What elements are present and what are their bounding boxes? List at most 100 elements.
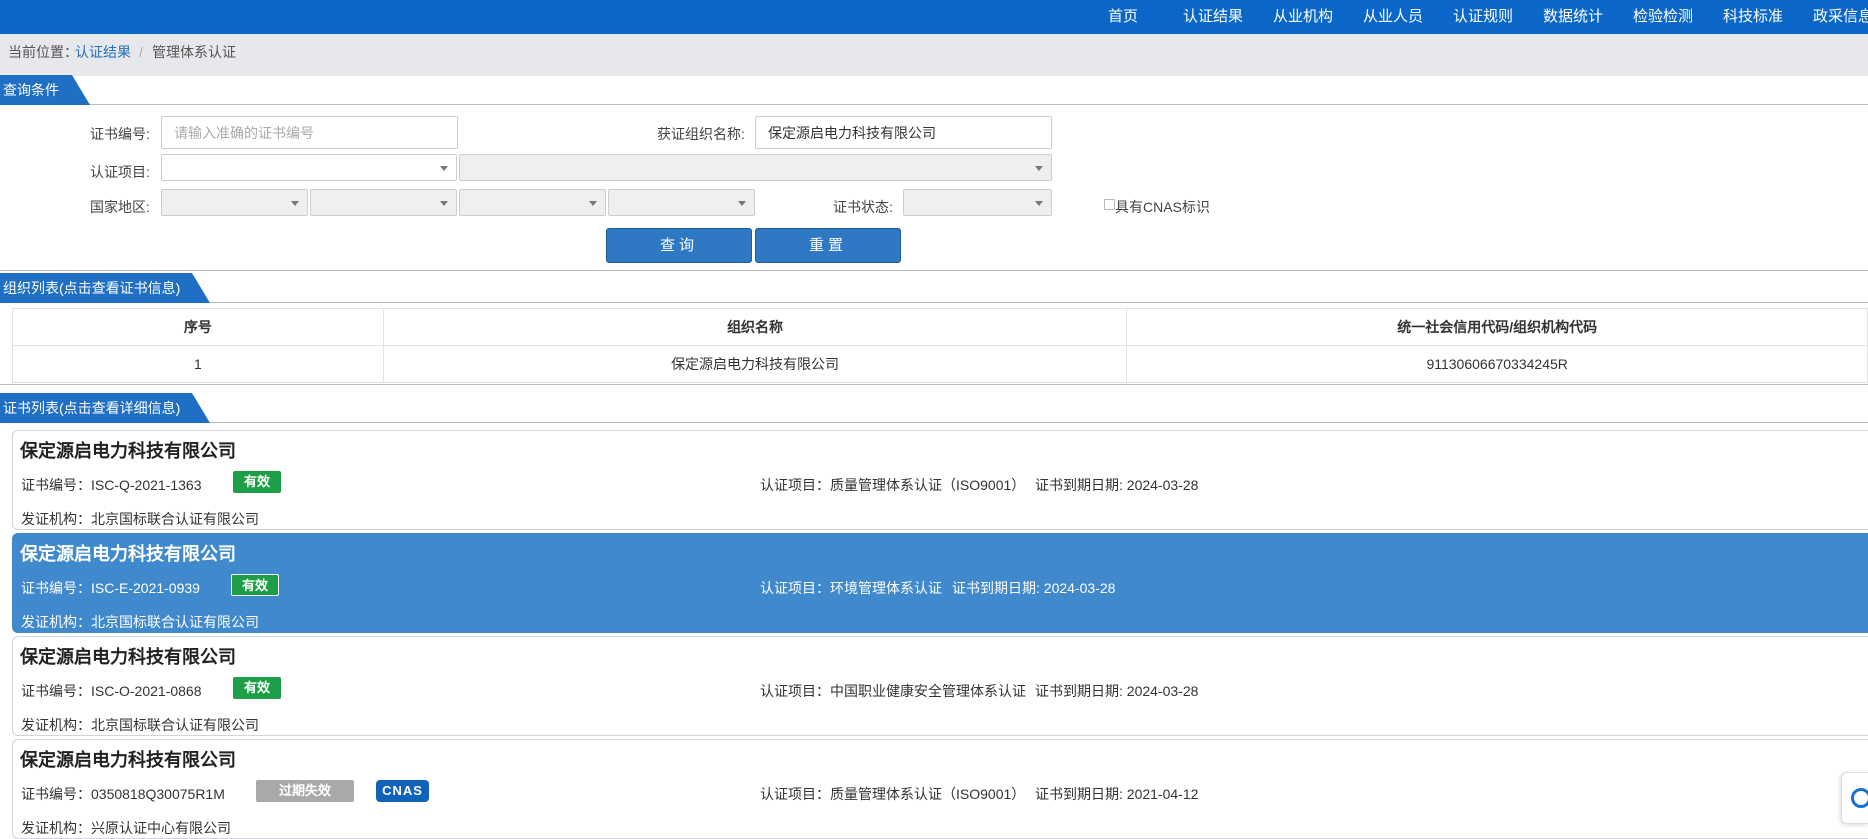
- cert-project: 认证项目：环境管理体系认证: [760, 578, 942, 598]
- cert-issuer: 发证机构：北京国标联合认证有限公司: [21, 715, 259, 735]
- chevron-down-icon: [738, 201, 746, 206]
- status-select[interactable]: [903, 189, 1052, 216]
- cert-no-label: 证书编号：: [21, 683, 91, 699]
- org-table: 序号 组织名称 统一社会信用代码/组织机构代码 1 保定源启电力科技有限公司 9…: [12, 308, 1868, 383]
- status-badge: 有效: [231, 574, 279, 596]
- breadcrumb-separator: /: [139, 44, 143, 60]
- col-header-org-name: 组织名称: [382, 308, 1128, 346]
- reset-button[interactable]: 重置: [755, 228, 901, 263]
- cert-project-label: 认证项目：: [760, 786, 830, 802]
- nav-item-statistics[interactable]: 数据统计: [1543, 0, 1603, 34]
- cert-expiry: 证书到期日期: 2021-04-12: [1035, 784, 1198, 804]
- cert-expiry-label: 证书到期日期:: [1035, 477, 1127, 493]
- cert-issuer-value: 兴原认证中心有限公司: [91, 820, 231, 836]
- nav-item-testing[interactable]: 检验检测: [1633, 0, 1693, 34]
- cnas-checkbox[interactable]: [1104, 199, 1115, 210]
- search-button[interactable]: 查询: [606, 228, 752, 263]
- cert-expiry-value: 2024-03-28: [1126, 683, 1199, 699]
- cert-card[interactable]: 保定源启电力科技有限公司 证书编号：0350818Q30075R1M 过期失效 …: [12, 739, 1868, 839]
- cert-issuer-value: 北京国标联合认证有限公司: [91, 717, 259, 733]
- breadcrumb: 当前位置： 认证结果 / 管理体系认证: [0, 34, 1868, 76]
- nav-item-cert-results[interactable]: 认证结果: [1183, 0, 1243, 34]
- cert-issuer: 发证机构：北京国标联合认证有限公司: [21, 612, 259, 632]
- cnas-checkbox-label[interactable]: 具有CNAS标识: [1115, 197, 1210, 217]
- nav-item-rules[interactable]: 认证规则: [1453, 0, 1513, 34]
- cert-project-label: 认证项目：: [760, 580, 830, 596]
- cert-no: 证书编号：0350818Q30075R1M: [21, 784, 225, 804]
- cert-project-label: 认证项目：: [760, 477, 830, 493]
- query-section-title: 查询条件: [3, 82, 59, 98]
- cert-list-section-title: 证书列表(点击查看详细信息): [3, 400, 181, 416]
- org-row-name[interactable]: 保定源启电力科技有限公司: [382, 345, 1128, 383]
- cert-no-value: ISC-E-2021-0939: [91, 580, 200, 596]
- cert-expiry-label: 证书到期日期:: [1035, 786, 1127, 802]
- region-select-3[interactable]: [459, 189, 606, 216]
- query-section-tab-edge: [72, 75, 90, 105]
- breadcrumb-prefix: 当前位置：: [8, 44, 78, 60]
- chevron-down-icon: [440, 201, 448, 206]
- cert-no-label: 证书编号：: [21, 580, 91, 596]
- query-section-line: [0, 104, 1868, 105]
- nav-item-personnel[interactable]: 从业人员: [1363, 0, 1423, 34]
- cert-no: 证书编号：ISC-E-2021-0939: [21, 578, 200, 598]
- cert-list-section-header: 证书列表(点击查看详细信息): [0, 393, 210, 423]
- cert-issuer-value: 北京国标联合认证有限公司: [91, 511, 259, 527]
- cert-no-input[interactable]: [161, 116, 458, 149]
- cert-issuer: 发证机构：兴原认证中心有限公司: [21, 818, 231, 838]
- floating-help-widget[interactable]: [1841, 772, 1868, 824]
- cert-no-value: ISC-Q-2021-1363: [91, 477, 202, 493]
- org-list-section-header: 组织列表(点击查看证书信息): [0, 273, 210, 303]
- cert-project-value: 质量管理体系认证（ISO9001）: [830, 786, 1026, 802]
- cert-project: 认证项目：质量管理体系认证（ISO9001）: [760, 475, 1025, 495]
- breadcrumb-link-cert-results[interactable]: 认证结果: [75, 34, 131, 70]
- col-header-index: 序号: [12, 308, 384, 346]
- org-name-input[interactable]: [755, 116, 1052, 149]
- cert-project-value: 质量管理体系认证（ISO9001）: [830, 477, 1026, 493]
- cert-expiry: 证书到期日期: 2024-03-28: [1035, 681, 1198, 701]
- org-list-section-tab-edge: [192, 273, 210, 303]
- cert-card-selected[interactable]: 保定源启电力科技有限公司 证书编号：ISC-E-2021-0939 有效 认证项…: [12, 533, 1868, 633]
- project-label: 认证项目:: [90, 164, 150, 180]
- org-row-credit-code: 91130606670334245R: [1126, 345, 1868, 383]
- cert-org-name: 保定源启电力科技有限公司: [20, 647, 236, 667]
- nav-item-procurement[interactable]: 政采信息: [1813, 0, 1868, 34]
- cert-project: 认证项目：质量管理体系认证（ISO9001）: [760, 784, 1025, 804]
- nav-item-standards[interactable]: 科技标准: [1723, 0, 1783, 34]
- cert-expiry-value: 2021-04-12: [1126, 786, 1199, 802]
- status-badge-expired: 过期失效: [256, 780, 354, 802]
- org-table-header-row: 序号 组织名称 统一社会信用代码/组织机构代码: [12, 308, 1868, 346]
- chevron-down-icon: [1035, 201, 1043, 206]
- cert-no-label: 证书编号：: [21, 786, 91, 802]
- cert-no-label: 证书编号:: [90, 126, 150, 142]
- region-select-4[interactable]: [608, 189, 755, 216]
- cert-no: 证书编号：ISC-O-2021-0868: [21, 681, 202, 701]
- cert-project-value: 环境管理体系认证: [830, 580, 942, 596]
- cert-issuer-label: 发证机构：: [21, 511, 91, 527]
- cert-section-line-top: [0, 384, 1868, 385]
- project-subcategory-select[interactable]: [459, 154, 1052, 181]
- nav-item-institutions[interactable]: 从业机构: [1273, 0, 1333, 34]
- region-select-1[interactable]: [161, 189, 308, 216]
- table-row[interactable]: 1 保定源启电力科技有限公司 91130606670334245R: [12, 345, 1868, 383]
- cert-no-value: ISC-O-2021-0868: [91, 683, 202, 699]
- cert-issuer-label: 发证机构：: [21, 614, 91, 630]
- cert-card[interactable]: 保定源启电力科技有限公司 证书编号：ISC-O-2021-0868 有效 认证项…: [12, 636, 1868, 736]
- chevron-down-icon: [440, 166, 448, 171]
- cert-issuer-label: 发证机构：: [21, 717, 91, 733]
- org-name-label: 获证组织名称:: [657, 126, 745, 142]
- cert-card[interactable]: 保定源启电力科技有限公司 证书编号：ISC-Q-2021-1363 有效 认证项…: [12, 430, 1868, 530]
- chevron-down-icon: [589, 201, 597, 206]
- nav-item-home[interactable]: 首页: [1108, 0, 1138, 34]
- cert-project: 认证项目：中国职业健康安全管理体系认证: [760, 681, 1026, 701]
- cert-issuer: 发证机构：北京国标联合认证有限公司: [21, 509, 259, 529]
- cert-section-line: [0, 422, 1868, 423]
- cert-no-label: 证书编号：: [21, 477, 91, 493]
- query-section-header: 查询条件: [0, 75, 90, 105]
- region-select-2[interactable]: [310, 189, 457, 216]
- project-category-select[interactable]: [161, 154, 457, 181]
- org-section-line: [0, 302, 1868, 303]
- cert-list-section-tab-edge: [192, 393, 210, 423]
- top-nav: 首页 认证结果 从业机构 从业人员 认证规则 数据统计 检验检测 科技标准 政采…: [0, 0, 1868, 34]
- region-label: 国家地区:: [90, 199, 150, 215]
- org-row-index: 1: [12, 345, 384, 383]
